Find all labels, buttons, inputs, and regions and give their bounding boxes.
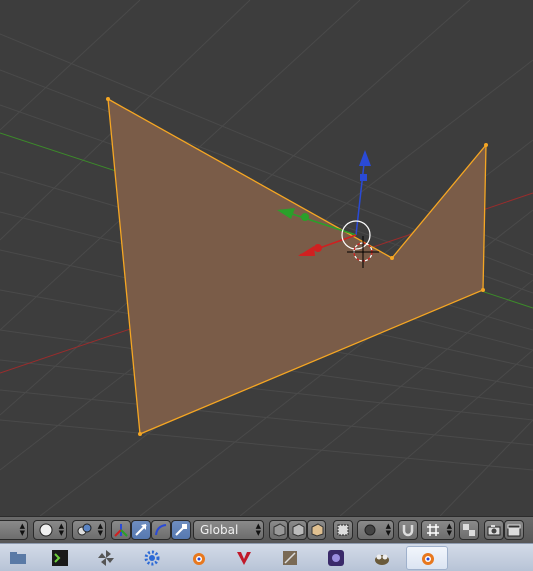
pivot-point-dropdown[interactable]: ▲ ▼	[72, 520, 106, 540]
3d-viewport[interactable]	[0, 0, 533, 516]
opengl-render-image-button[interactable]	[484, 520, 504, 540]
opengl-render-animation-button[interactable]	[504, 520, 524, 540]
taskbar-item-notepad[interactable]	[272, 546, 308, 570]
taskbar-item-media[interactable]	[318, 546, 354, 570]
pivot-icon	[77, 523, 92, 536]
vertex-select-mode-button[interactable]	[269, 520, 288, 540]
gimp-icon	[375, 554, 389, 565]
os-taskbar	[0, 543, 533, 571]
rotate-manipulator-button[interactable]	[151, 520, 171, 540]
limit-selection-icon	[337, 524, 349, 536]
dropdown-arrows-icon: ▲ ▼	[385, 522, 391, 537]
taskbar-item-file-manager[interactable]	[0, 546, 36, 570]
dropdown-arrows-icon: ▲ ▼	[19, 522, 25, 537]
taskbar-item-terminal[interactable]	[42, 546, 78, 570]
viewport-scene	[0, 0, 533, 516]
orientation-label: Global	[200, 523, 239, 537]
proportional-edit-dropdown[interactable]: ▲ ▼	[357, 520, 394, 540]
dropdown-arrows-icon: ▲ ▼	[255, 522, 261, 537]
snap-target-button[interactable]	[459, 520, 479, 540]
taskbar-item-blender-active[interactable]	[406, 546, 448, 570]
blue-gear-icon	[144, 550, 160, 566]
face-cube-icon	[311, 523, 323, 537]
snap-element-dropdown[interactable]: ▲ ▼	[421, 520, 455, 540]
rotate-arc-icon	[155, 524, 167, 536]
face-select-mode-button[interactable]	[307, 520, 326, 540]
media-icon	[328, 550, 344, 566]
red-v-icon	[237, 552, 251, 565]
snap-target-icon	[463, 524, 475, 536]
taskbar-item-gimp[interactable]	[364, 546, 400, 570]
mode-dropdown[interactable]: ▲ ▼	[0, 520, 28, 540]
vertex-cube-icon	[273, 523, 285, 537]
dropdown-arrows-icon: ▲ ▼	[97, 522, 103, 537]
arrow-icon	[135, 524, 147, 536]
dropdown-arrows-icon: ▲ ▼	[58, 522, 64, 537]
clapperboard-icon	[507, 524, 521, 537]
edge-select-mode-button[interactable]	[288, 520, 307, 540]
limit-selection-button[interactable]	[333, 520, 353, 540]
notepad-icon	[283, 551, 297, 565]
edge-cube-icon	[292, 523, 304, 537]
taskbar-item-pinwheel[interactable]	[88, 546, 124, 570]
dropdown-arrows-icon: ▲ ▼	[446, 522, 452, 537]
blender-icon	[193, 553, 205, 565]
file-manager-icon	[10, 552, 26, 564]
taskbar-item-blender[interactable]	[180, 546, 216, 570]
manipulator-toggle-button[interactable]	[111, 520, 131, 540]
magnet-icon	[402, 525, 414, 537]
manipulator-icon	[114, 524, 128, 537]
pinwheel-icon	[98, 550, 114, 566]
snap-grid-icon	[427, 524, 439, 536]
selected-mesh-face[interactable]	[107, 97, 487, 435]
translate-manipulator-button[interactable]	[131, 520, 151, 540]
viewport-shading-dropdown[interactable]: ▲ ▼	[33, 520, 67, 540]
taskbar-item-blue-gear[interactable]	[134, 546, 170, 570]
camera-icon	[487, 525, 501, 536]
transform-orientation-dropdown[interactable]: Global ▲ ▼	[193, 520, 264, 540]
taskbar-item-red-app[interactable]	[226, 546, 262, 570]
snap-toggle-button[interactable]	[398, 520, 418, 540]
proportional-edit-icon	[364, 524, 376, 536]
solid-shading-icon	[39, 523, 53, 537]
terminal-icon	[52, 550, 68, 566]
scale-icon	[175, 524, 187, 536]
viewport-header: ▲ ▼ ▲ ▼ ▲ ▼ Global ▲ ▼ ▲ ▼ ▲ ▼	[0, 516, 533, 543]
blender-active-icon	[422, 553, 434, 565]
scale-manipulator-button[interactable]	[171, 520, 191, 540]
